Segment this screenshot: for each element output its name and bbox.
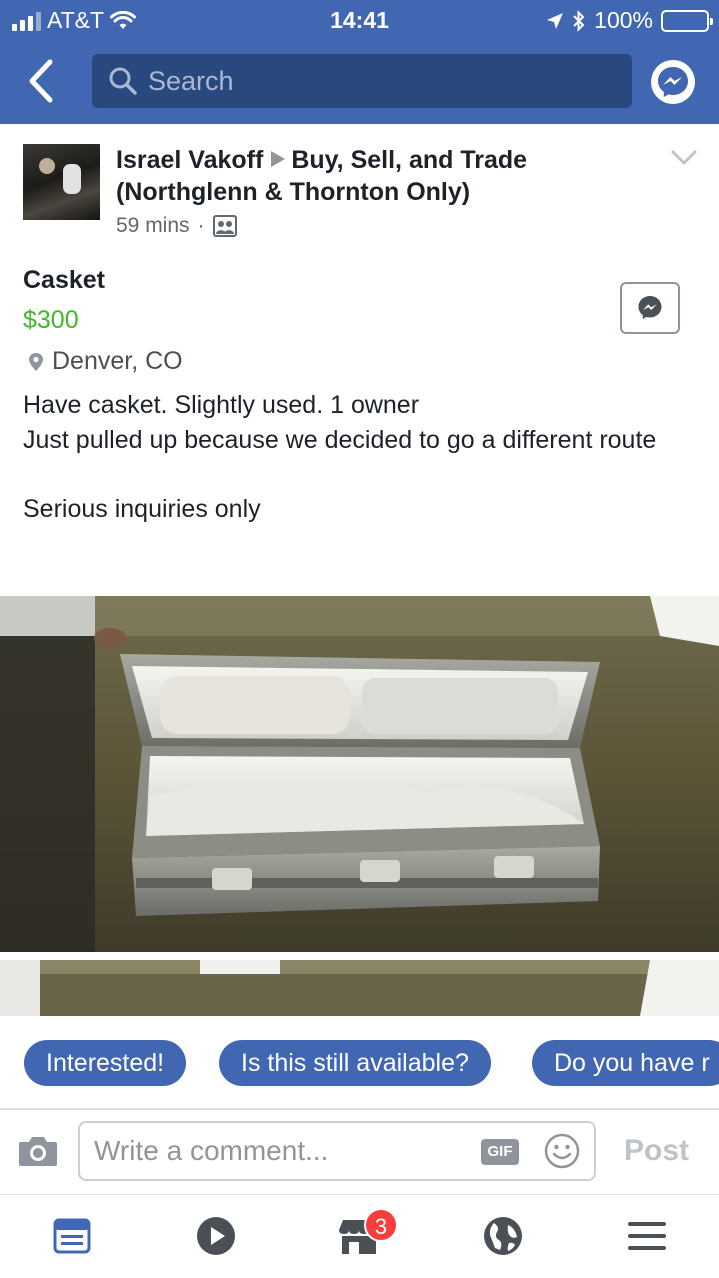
listing-price: $300 xyxy=(23,306,79,334)
arrow-right-icon xyxy=(271,151,286,167)
meta-separator: · xyxy=(197,214,205,237)
post-meta: 59 mins · xyxy=(116,214,237,238)
quick-reply-row: Interested! Is this still available? Do … xyxy=(0,1040,719,1088)
comment-input[interactable]: Write a comment... GIF xyxy=(78,1121,596,1181)
emoji-icon[interactable] xyxy=(543,1132,581,1170)
battery-icon xyxy=(661,9,713,32)
tab-notifications[interactable] xyxy=(478,1214,528,1258)
divider xyxy=(0,1108,719,1110)
battery-percent: 100% xyxy=(594,7,653,33)
tab-news-feed[interactable] xyxy=(47,1214,97,1258)
divider xyxy=(0,1194,719,1195)
quick-reply-still-available[interactable]: Is this still available? xyxy=(219,1040,491,1086)
listing-location: Denver, CO xyxy=(28,347,183,376)
post-options-button[interactable] xyxy=(670,148,698,168)
chevron-down-icon xyxy=(671,150,697,165)
description-line: Have casket. Slightly used. 1 owner xyxy=(23,391,420,419)
back-chevron-icon xyxy=(29,59,53,103)
quick-reply-interested[interactable]: Interested! xyxy=(24,1040,187,1086)
search-input[interactable]: Search xyxy=(92,54,632,108)
camera-icon xyxy=(19,1137,57,1166)
watch-icon xyxy=(197,1217,235,1255)
description-line: Serious inquiries only xyxy=(23,494,261,523)
search-icon xyxy=(109,67,137,95)
post-title: Israel Vakoff Buy, Sell, and Trade (North… xyxy=(116,144,636,208)
listing-photo-main[interactable] xyxy=(0,596,719,952)
message-seller-button[interactable] xyxy=(620,282,680,334)
listing-description: Have casket. Slightly used. 1 owner Just… xyxy=(23,388,703,526)
casket-photo-thumbnail xyxy=(0,960,719,1016)
tab-menu[interactable] xyxy=(622,1214,672,1258)
status-right-group: 100% xyxy=(546,7,713,34)
messenger-button[interactable] xyxy=(651,60,695,104)
listing-title: Casket xyxy=(23,266,105,294)
news-feed-icon xyxy=(53,1218,91,1254)
description-line xyxy=(23,457,703,492)
bluetooth-icon xyxy=(573,9,585,32)
back-button[interactable] xyxy=(22,58,62,104)
marketplace-badge: 3 xyxy=(364,1208,398,1242)
comment-placeholder: Write a comment... xyxy=(94,1135,329,1166)
status-bar: AT&T 14:41 100% xyxy=(0,0,719,40)
gif-button[interactable]: GIF xyxy=(481,1139,519,1165)
location-arrow-icon xyxy=(547,12,564,29)
description-line: Just pulled up because we decided to go … xyxy=(23,425,657,454)
messenger-icon xyxy=(658,67,688,97)
post-timestamp[interactable]: 59 mins xyxy=(116,214,190,238)
messenger-icon xyxy=(638,296,662,319)
globe-icon xyxy=(484,1217,522,1255)
casket-photo xyxy=(0,596,719,952)
top-bar: AT&T 14:41 100% Search xyxy=(0,0,719,124)
hamburger-menu-icon xyxy=(628,1222,666,1250)
camera-button[interactable] xyxy=(18,1134,58,1168)
post-comment-button[interactable]: Post xyxy=(624,1134,689,1168)
location-label: Denver, CO xyxy=(52,347,183,375)
quick-reply-do-you-have[interactable]: Do you have r xyxy=(532,1040,719,1086)
search-placeholder: Search xyxy=(148,65,234,96)
tab-watch[interactable] xyxy=(191,1214,241,1258)
group-audience-icon xyxy=(212,215,237,237)
listing-photo-secondary[interactable] xyxy=(0,960,719,1016)
location-pin-icon xyxy=(29,352,43,371)
author-name[interactable]: Israel Vakoff xyxy=(116,146,263,174)
author-avatar[interactable] xyxy=(23,144,100,220)
